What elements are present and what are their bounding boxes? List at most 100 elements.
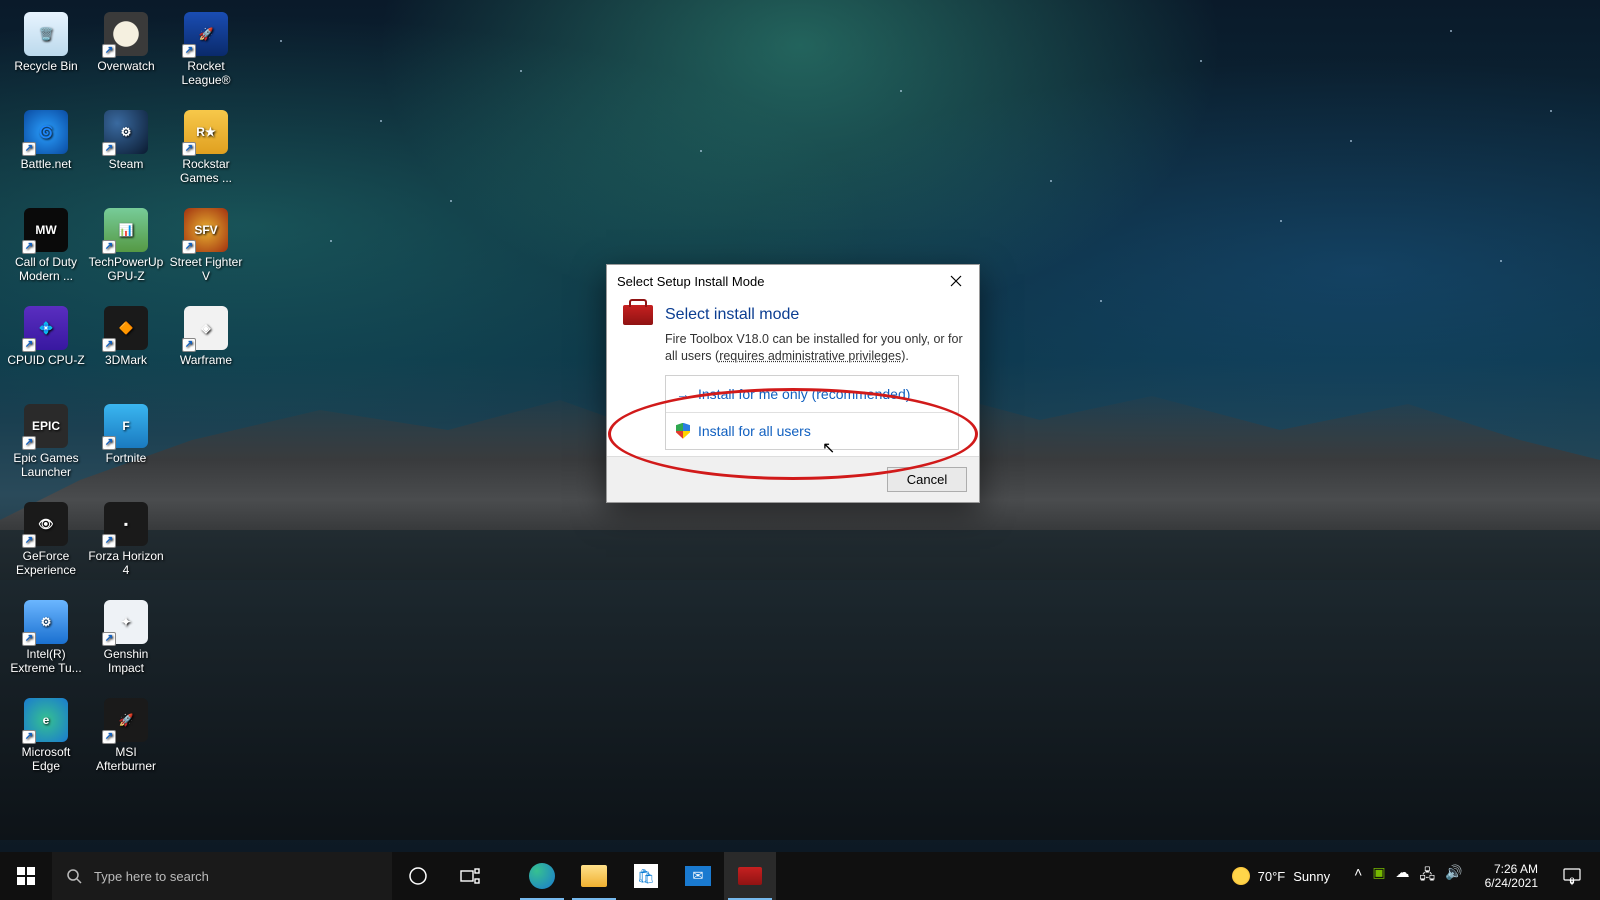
- action-center-button[interactable]: 8: [1552, 866, 1592, 886]
- forza-horizon-4-label: Forza Horizon 4: [87, 550, 165, 578]
- dialog-heading: Select install mode: [665, 306, 799, 324]
- gpu-z-icon: 📊↗: [104, 208, 148, 252]
- intel-xtu-label: Intel(R) Extreme Tu...: [7, 648, 85, 676]
- shortcut-overlay-icon: ↗: [102, 730, 116, 744]
- desktop-icon-battle-net[interactable]: 🌀↗Battle.net: [6, 104, 86, 202]
- store-icon: 🛍: [634, 864, 658, 888]
- overwatch-icon: ↗: [104, 12, 148, 56]
- dialog-title: Select Setup Install Mode: [617, 274, 764, 289]
- folder-icon: [581, 865, 607, 887]
- install-for-all-label: Install for all users: [698, 423, 811, 439]
- desktop-icon-3dmark[interactable]: 🔶↗3DMark: [86, 300, 166, 398]
- shortcut-overlay-icon: ↗: [102, 44, 116, 58]
- fortnite-icon: F↗: [104, 404, 148, 448]
- taskbar-app-installer[interactable]: [724, 852, 776, 900]
- close-button[interactable]: [933, 265, 979, 297]
- desktop-icon-recycle-bin[interactable]: 🗑️ Recycle Bin: [6, 6, 86, 104]
- weather-widget[interactable]: 70°F Sunny: [1220, 867, 1342, 885]
- fortnite-label: Fortnite: [106, 452, 147, 466]
- taskbar-app-store[interactable]: 🛍: [620, 852, 672, 900]
- cpu-z-label: CPUID CPU-Z: [7, 354, 84, 368]
- desktop-icon-gpu-z[interactable]: 📊↗ TechPowerUp GPU-Z: [86, 202, 166, 300]
- desktop-icon-fortnite[interactable]: F↗ Fortnite: [86, 398, 166, 496]
- start-button[interactable]: [0, 852, 52, 900]
- cortana-button[interactable]: [392, 852, 444, 900]
- install-for-me-label: Install for me only (recommended): [698, 386, 910, 402]
- taskbar-search[interactable]: Type here to search: [52, 852, 392, 900]
- task-view-button[interactable]: [444, 852, 496, 900]
- cod-mw-icon: MW↗: [24, 208, 68, 252]
- tray-network-icon[interactable]: 🖧: [1420, 864, 1436, 888]
- shortcut-overlay-icon: ↗: [22, 436, 36, 450]
- weather-condition: Sunny: [1293, 869, 1330, 884]
- shortcut-overlay-icon: ↗: [102, 436, 116, 450]
- desktop-icon-forza-horizon-4[interactable]: ▪↗Forza Horizon 4: [86, 496, 166, 594]
- tray-volume-icon[interactable]: 🔊: [1445, 864, 1462, 888]
- shortcut-overlay-icon: ↗: [22, 240, 36, 254]
- desktop-icon-overwatch[interactable]: ↗ Overwatch: [86, 6, 166, 104]
- desktop-icon-epic-games[interactable]: EPIC↗Epic Games Launcher: [6, 398, 86, 496]
- 3dmark-label: 3DMark: [105, 354, 147, 368]
- battle-net-icon: 🌀↗: [24, 110, 68, 154]
- shortcut-overlay-icon: ↗: [102, 632, 116, 646]
- desktop-icon-warframe[interactable]: ◈↗ Warframe: [166, 300, 246, 398]
- steam-label: Steam: [109, 158, 144, 172]
- recycle-bin-label: Recycle Bin: [14, 60, 77, 74]
- desktop-icon-rockstar-games[interactable]: R★↗Rockstar Games ...: [166, 104, 246, 202]
- mail-icon: ✉: [685, 866, 711, 886]
- epic-games-label: Epic Games Launcher: [7, 452, 85, 480]
- steam-icon: ⚙↗: [104, 110, 148, 154]
- shortcut-overlay-icon: ↗: [22, 632, 36, 646]
- recycle-bin-icon: 🗑️: [24, 12, 68, 56]
- desktop-icon-rocket-league[interactable]: 🚀↗Rocket League®: [166, 6, 246, 104]
- warframe-icon: ◈↗: [184, 306, 228, 350]
- desktop-icon-msi-afterburner[interactable]: 🚀↗MSI Afterburner: [86, 692, 166, 790]
- search-icon: [66, 868, 82, 884]
- shortcut-overlay-icon: ↗: [102, 240, 116, 254]
- gpu-z-label: TechPowerUp GPU-Z: [87, 256, 165, 284]
- desktop-icon-genshin-impact[interactable]: ✦↗Genshin Impact: [86, 594, 166, 692]
- shortcut-overlay-icon: ↗: [22, 142, 36, 156]
- close-icon: [950, 275, 962, 287]
- toolbox-app-icon: [738, 867, 762, 885]
- tray-nvidia-icon[interactable]: ▣: [1372, 864, 1385, 888]
- rocket-league-label: Rocket League®: [167, 60, 245, 88]
- taskbar-app-explorer[interactable]: [568, 852, 620, 900]
- overwatch-label: Overwatch: [97, 60, 154, 74]
- shortcut-overlay-icon: ↗: [182, 338, 196, 352]
- taskbar-app-mail[interactable]: ✉: [672, 852, 724, 900]
- intel-xtu-icon: ⚙↗: [24, 600, 68, 644]
- cod-mw-label: Call of Duty Modern ...: [7, 256, 85, 284]
- tray-chevron-up-icon[interactable]: ˄: [1354, 864, 1362, 888]
- shortcut-overlay-icon: ↗: [102, 534, 116, 548]
- shortcut-overlay-icon: ↗: [22, 534, 36, 548]
- install-option-list: → Install for me only (recommended) Inst…: [665, 375, 959, 450]
- dialog-titlebar[interactable]: Select Setup Install Mode: [607, 265, 979, 297]
- street-fighter-v-label: Street Fighter V: [167, 256, 245, 284]
- msi-afterburner-label: MSI Afterburner: [87, 746, 165, 774]
- clock-time: 7:26 AM: [1485, 862, 1538, 876]
- tray-onedrive-icon[interactable]: ☁: [1396, 864, 1410, 888]
- shortcut-overlay-icon: ↗: [182, 44, 196, 58]
- cancel-button[interactable]: Cancel: [887, 467, 967, 492]
- desktop-icon-cod-mw[interactable]: MW↗ Call of Duty Modern ...: [6, 202, 86, 300]
- desktop-icon-geforce-experience[interactable]: 👁↗GeForce Experience: [6, 496, 86, 594]
- install-for-all-option[interactable]: Install for all users: [666, 412, 958, 449]
- desktop-icon-street-fighter-v[interactable]: SFV↗Street Fighter V: [166, 202, 246, 300]
- genshin-impact-label: Genshin Impact: [87, 648, 165, 676]
- installer-dialog: Select Setup Install Mode Select install…: [606, 264, 980, 503]
- task-view-icon: [460, 868, 480, 884]
- weather-temp: 70°F: [1258, 869, 1286, 884]
- windows-logo-icon: [17, 867, 35, 885]
- shortcut-overlay-icon: ↗: [182, 142, 196, 156]
- desktop-icon-cpu-z[interactable]: 💠↗CPUID CPU-Z: [6, 300, 86, 398]
- desktop-icon-microsoft-edge[interactable]: e↗Microsoft Edge: [6, 692, 86, 790]
- shortcut-overlay-icon: ↗: [22, 730, 36, 744]
- taskbar-app-edge[interactable]: [516, 852, 568, 900]
- taskbar-clock[interactable]: 7:26 AM 6/24/2021: [1475, 862, 1548, 891]
- desktop-icon-intel-xtu[interactable]: ⚙↗ Intel(R) Extreme Tu...: [6, 594, 86, 692]
- warframe-label: Warframe: [180, 354, 232, 368]
- desktop-icon-steam[interactable]: ⚙↗ Steam: [86, 104, 166, 202]
- clock-date: 6/24/2021: [1485, 876, 1538, 890]
- install-for-me-option[interactable]: → Install for me only (recommended): [666, 376, 958, 412]
